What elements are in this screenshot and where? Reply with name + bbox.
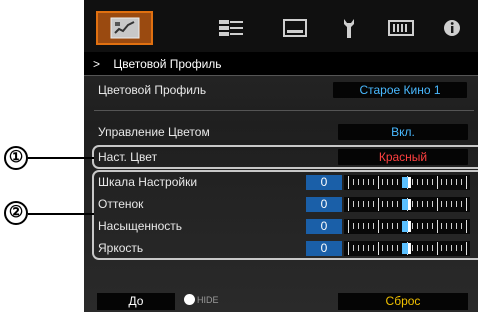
callout-2: ② bbox=[4, 201, 28, 225]
color-management-value[interactable]: Вкл. bbox=[338, 124, 468, 140]
tab-information[interactable] bbox=[440, 11, 464, 45]
function-icon bbox=[388, 18, 414, 38]
hide-button-icon[interactable] bbox=[184, 294, 195, 305]
input-signal-icon bbox=[218, 18, 244, 38]
color-management-label: Управление Цветом bbox=[98, 125, 210, 139]
display-setup-icon bbox=[283, 19, 307, 37]
hide-label: HIDE bbox=[197, 295, 219, 305]
tab-input-signal[interactable] bbox=[216, 11, 246, 45]
header-arrow: > bbox=[93, 57, 101, 71]
tab-picture-adjust[interactable] bbox=[96, 11, 153, 45]
callout-1-outline bbox=[92, 145, 478, 169]
color-profile-value[interactable]: Старое Кино 1 bbox=[333, 82, 467, 98]
callout-2-leader bbox=[28, 213, 94, 215]
tab-display-setup[interactable] bbox=[280, 11, 310, 45]
before-button[interactable]: До bbox=[97, 293, 175, 310]
color-profile-label: Цветовой Профиль bbox=[98, 83, 207, 97]
callout-1: ① bbox=[4, 146, 28, 170]
callout-2-outline bbox=[92, 170, 478, 260]
color-management-row[interactable]: Управление Цветом Вкл. bbox=[84, 121, 478, 143]
divider bbox=[94, 110, 474, 111]
tab-installation[interactable] bbox=[336, 11, 362, 45]
information-icon bbox=[443, 19, 461, 37]
menu-tab-bar bbox=[84, 0, 478, 52]
tab-function[interactable] bbox=[386, 11, 416, 45]
picture-adjust-icon bbox=[110, 17, 140, 39]
installation-icon bbox=[342, 17, 356, 39]
page-title: Цветовой Профиль bbox=[113, 57, 222, 71]
menu-header: > Цветовой Профиль bbox=[84, 52, 478, 76]
color-profile-row[interactable]: Цветовой Профиль Старое Кино 1 bbox=[84, 79, 478, 101]
callout-1-leader bbox=[28, 157, 94, 159]
reset-button[interactable]: Сброс bbox=[338, 293, 468, 310]
